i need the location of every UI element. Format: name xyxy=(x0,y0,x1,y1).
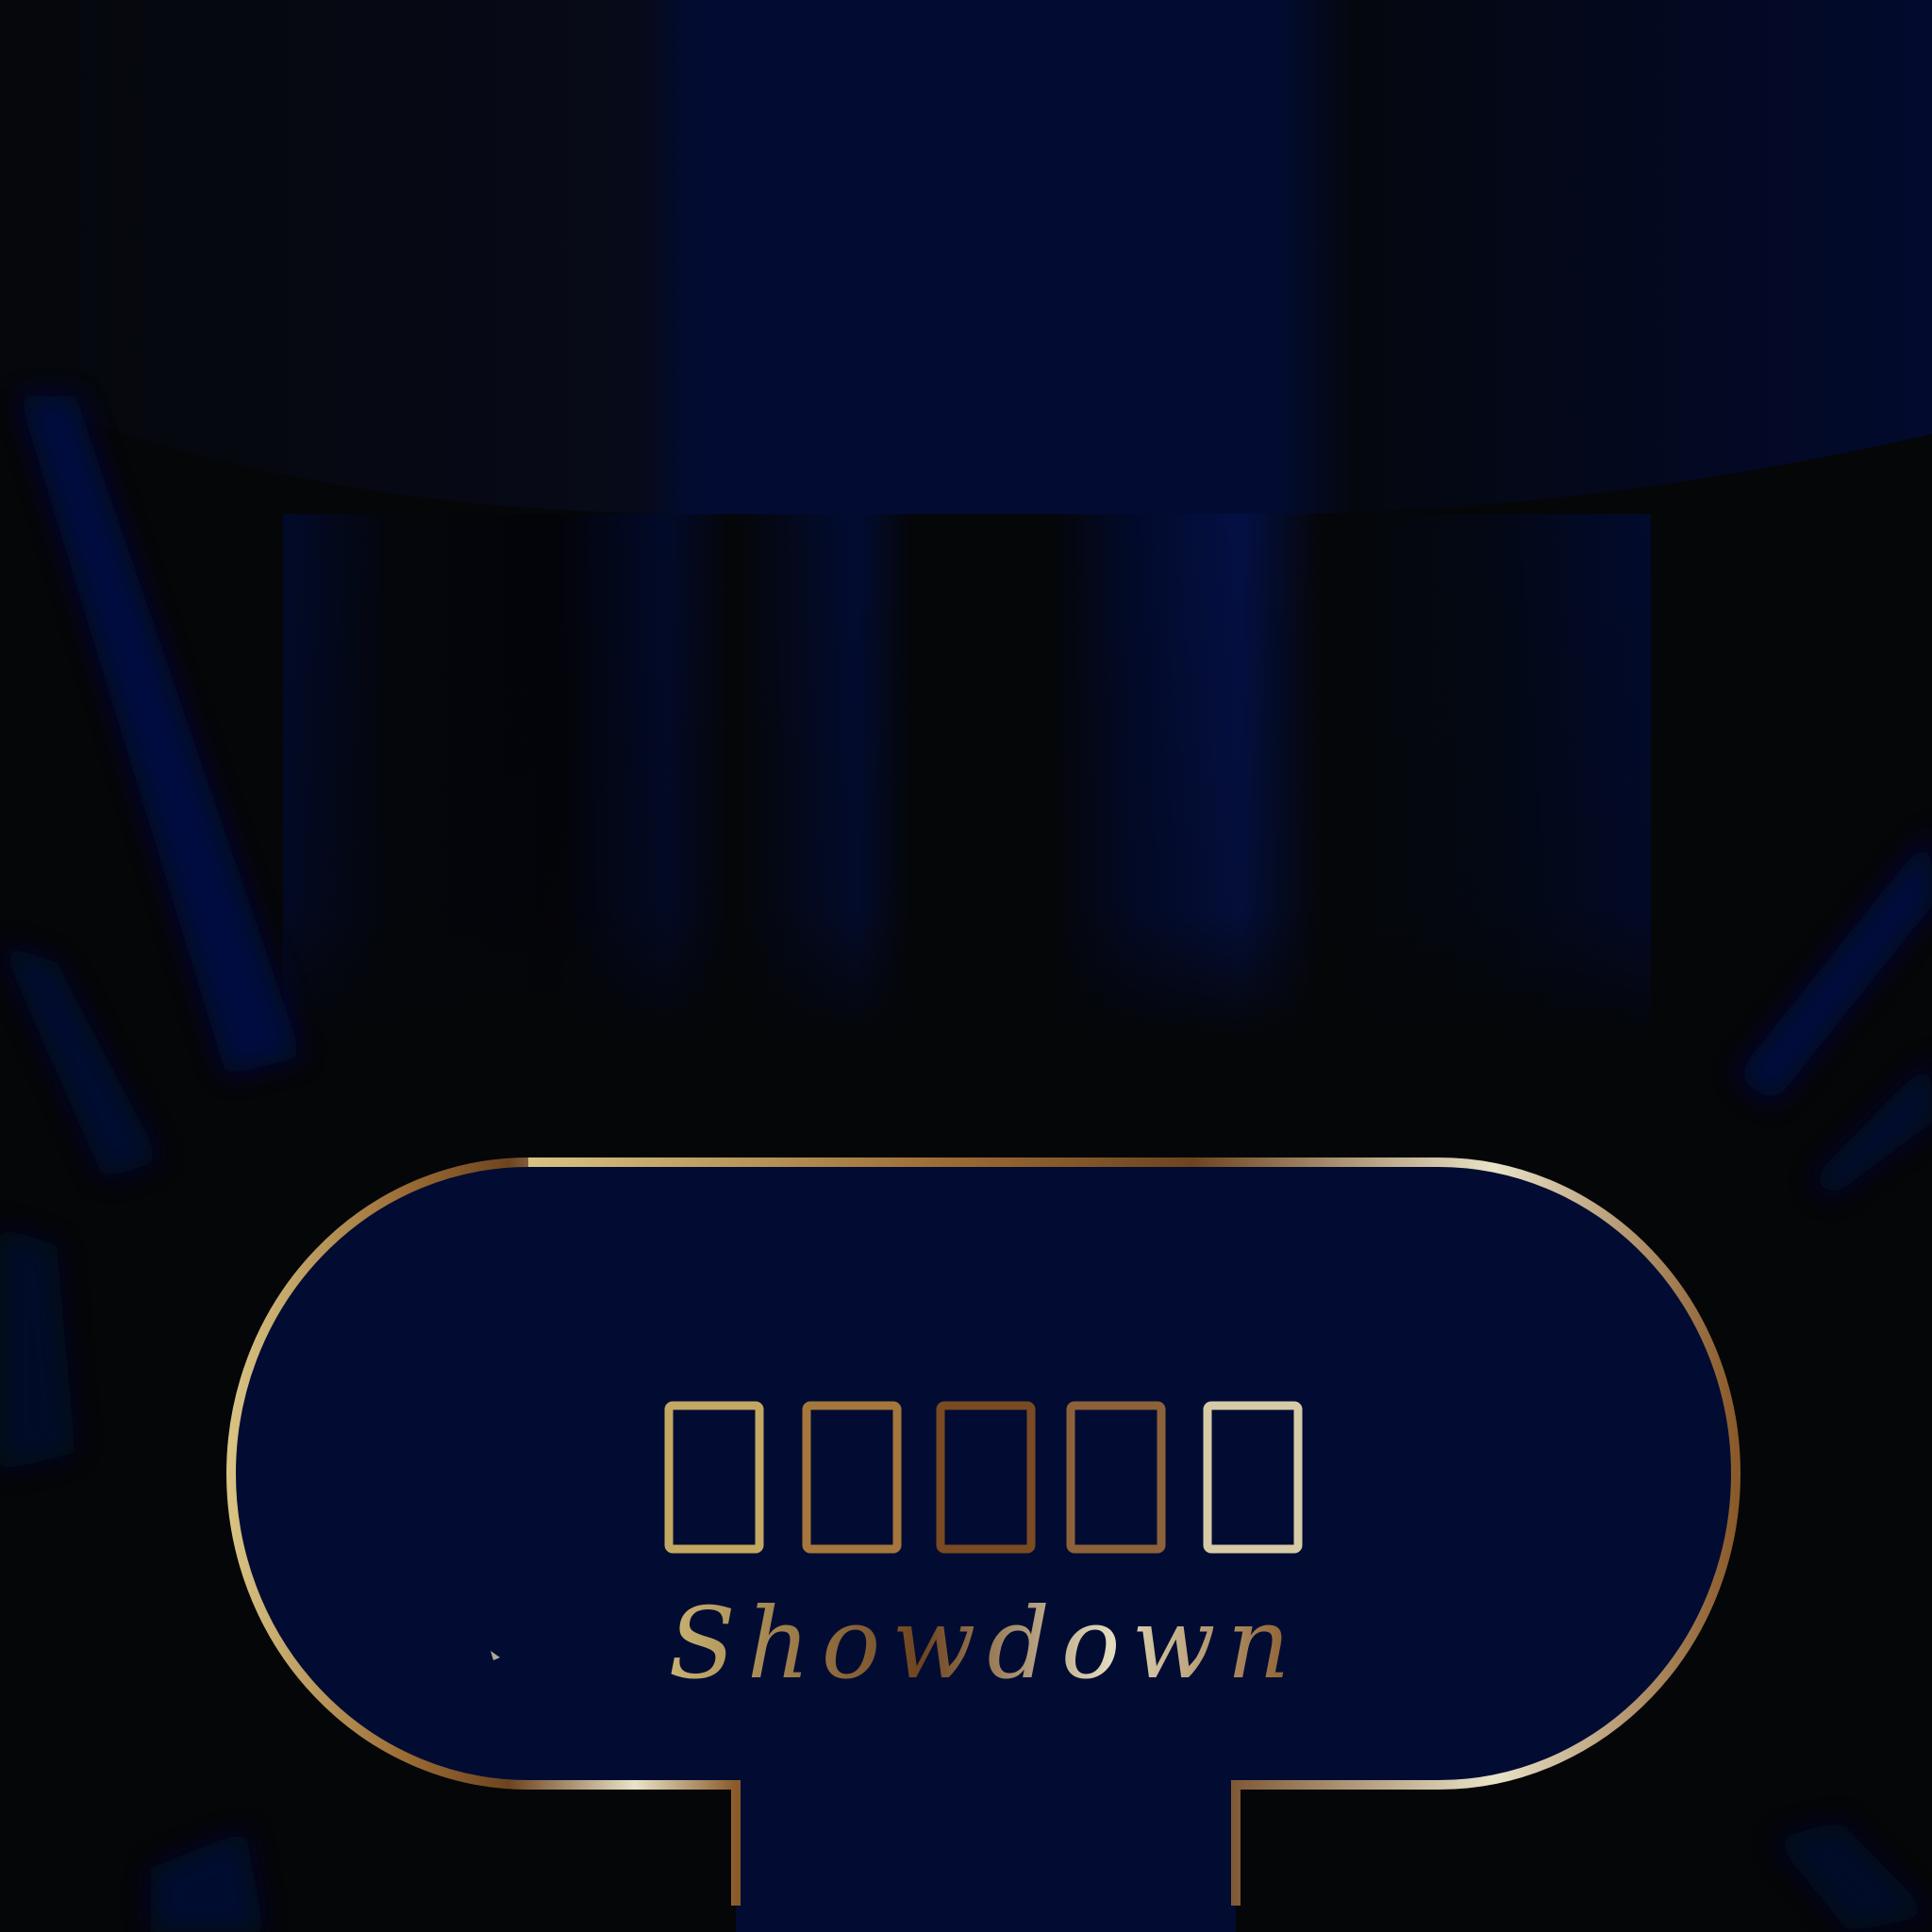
backdrop: Showdown xyxy=(0,0,1932,1932)
title-screen: Showdown xyxy=(0,0,1932,1932)
curtain-valance xyxy=(0,0,1932,514)
subtitle-showdown: Showdown xyxy=(668,1586,1301,1701)
